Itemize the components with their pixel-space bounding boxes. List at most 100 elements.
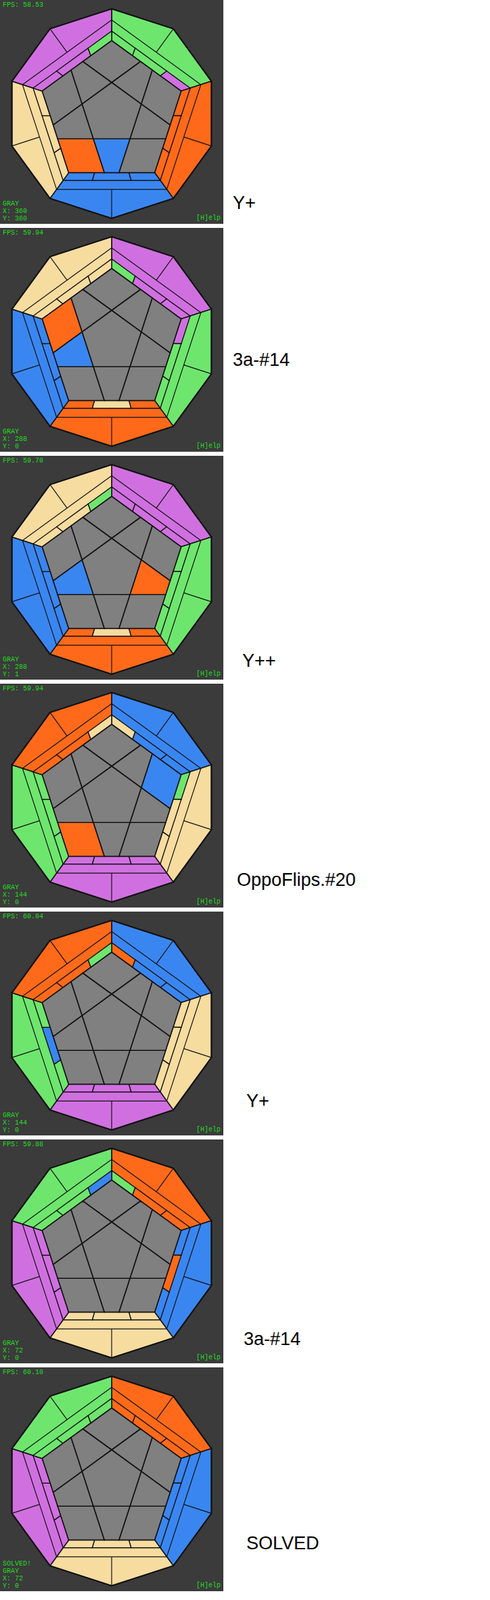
side-face	[50, 628, 174, 675]
megaminx-view	[0, 1140, 224, 1365]
mode-label: GRAY	[2, 428, 28, 436]
y-readout: Y: 0	[2, 443, 28, 451]
help-hint: [H]elp	[196, 214, 221, 223]
step-row: FPS: 59.70 GRAYX: 288Y: 1 [H]elpY++	[0, 456, 490, 681]
solved-label: SOLVED!	[2, 1561, 32, 1569]
side-sticker	[128, 1541, 160, 1549]
status-readout: GRAYX: 360Y: 360	[2, 200, 28, 223]
step-row: FPS: 60.04 GRAYX: 144Y: 0 [H]elpY+	[0, 912, 490, 1137]
edge-sticker	[93, 822, 130, 857]
fps-readout: FPS: 59.94	[2, 685, 44, 694]
mode-label: GRAY	[2, 884, 28, 893]
edge-sticker	[93, 594, 130, 629]
mode-label: GRAY	[2, 1568, 32, 1577]
help-hint: [H]elp	[196, 1354, 221, 1364]
side-sticker	[92, 400, 131, 409]
status-readout: GRAYX: 288Y: 1	[2, 656, 28, 679]
side-face	[50, 1541, 174, 1588]
status-readout: GRAYX: 288Y: 0	[2, 428, 28, 451]
center-sticker	[81, 538, 141, 595]
megaminx-view	[0, 1368, 224, 1593]
fps-readout: FPS: 59.88	[2, 1141, 44, 1150]
mode-label: GRAY	[2, 656, 28, 664]
fps-readout: FPS: 59.94	[2, 229, 44, 238]
side-sticker	[128, 400, 160, 409]
edge-sticker	[93, 1507, 130, 1542]
status-readout: GRAYX: 72Y: 0	[2, 1340, 24, 1364]
side-sticker	[128, 1084, 160, 1093]
fps-readout: FPS: 59.70	[2, 457, 44, 466]
step-row: FPS: 58.53 GRAYX: 360Y: 360 [H]elpY+	[0, 0, 490, 225]
step-row: FPS: 59.88 GRAYX: 72Y: 0 [H]elp3a-#14	[0, 1140, 490, 1365]
status-readout: GRAYX: 144Y: 0	[2, 884, 28, 907]
step-row: FPS: 59.94 GRAYX: 288Y: 0 [H]elp3a-#14	[0, 228, 490, 453]
help-hint: [H]elp	[196, 442, 221, 451]
step-caption: SOLVED	[223, 1533, 320, 1593]
x-readout: X: 72	[2, 1348, 24, 1356]
step-row: FPS: 59.94 GRAYX: 144Y: 0 [H]elpOppoFlips.…	[0, 684, 490, 909]
step-caption: OppoFlips.#20	[223, 869, 356, 909]
x-readout: X: 360	[2, 207, 28, 216]
help-hint: [H]elp	[196, 898, 221, 907]
help-hint: [H]elp	[196, 670, 221, 679]
center-sticker	[81, 766, 141, 823]
edge-sticker	[93, 366, 130, 401]
center-sticker	[81, 310, 141, 367]
megaminx-view	[0, 456, 224, 681]
status-readout: SOLVED!GRAYX: 72Y: 0	[2, 1561, 32, 1592]
x-readout: X: 288	[2, 663, 28, 672]
step-caption: Y++	[223, 650, 277, 681]
status-readout: GRAYX: 144Y: 0	[2, 1112, 28, 1135]
center-sticker	[81, 994, 141, 1052]
help-hint: [H]elp	[196, 1126, 221, 1135]
center-sticker	[81, 1451, 141, 1508]
side-face	[50, 172, 174, 219]
screenshot: FPS: 60.04 GRAYX: 144Y: 0 [H]elp	[0, 912, 224, 1137]
megaminx-view	[0, 684, 224, 909]
side-sticker	[92, 172, 131, 181]
step-caption: Y+	[223, 192, 256, 225]
edge-sticker	[93, 1051, 130, 1085]
megaminx-view	[0, 228, 224, 453]
step-row: FPS: 60.10SOLVED!GRAYX: 72Y: 0[H]elpSOLV…	[0, 1368, 490, 1593]
mode-label: GRAY	[2, 1112, 28, 1121]
mode-label: GRAY	[2, 1340, 24, 1349]
x-readout: X: 144	[2, 892, 28, 900]
megaminx-view	[0, 0, 224, 225]
side-sticker	[128, 856, 160, 865]
side-face	[50, 1312, 174, 1360]
side-sticker	[92, 856, 131, 865]
fps-readout: FPS: 60.04	[2, 913, 44, 922]
help-hint: [H]elp	[196, 1583, 221, 1592]
x-readout: X: 144	[2, 1120, 28, 1128]
side-face	[50, 400, 174, 447]
step-caption: Y+	[223, 1090, 270, 1137]
screenshot: FPS: 59.88 GRAYX: 72Y: 0 [H]elp	[0, 1140, 224, 1365]
side-face	[50, 1084, 174, 1131]
side-sticker	[92, 1084, 131, 1093]
mode-label: GRAY	[2, 200, 28, 208]
y-readout: Y: 0	[2, 899, 28, 907]
y-readout: Y: 1	[2, 671, 28, 679]
side-sticker	[92, 1312, 131, 1321]
page: FPS: 58.53GRAYX: 360Y: 360[H]elpY+FPS: 5…	[0, 0, 490, 1600]
step-caption: 3a-#14	[223, 1329, 301, 1365]
center-sticker	[81, 82, 141, 139]
y-readout: Y: 0	[2, 1127, 28, 1135]
screenshot: FPS: 60.10SOLVED!GRAYX: 72Y: 0[H]elp	[0, 1368, 224, 1593]
side-sticker	[92, 1541, 131, 1549]
y-readout: Y: 0	[2, 1355, 24, 1364]
step-caption: 3a-#14	[223, 349, 290, 453]
side-sticker	[92, 628, 131, 637]
megaminx-view	[0, 912, 224, 1137]
edge-sticker	[93, 1279, 130, 1313]
fps-readout: FPS: 58.53	[2, 1, 44, 10]
screenshot: FPS: 59.94 GRAYX: 144Y: 0 [H]elp	[0, 684, 224, 909]
x-readout: X: 288	[2, 435, 28, 444]
edge-sticker	[93, 138, 130, 173]
y-readout: Y: 0	[2, 1583, 32, 1592]
screenshot: FPS: 58.53 GRAYX: 360Y: 360 [H]elp	[0, 0, 224, 225]
side-face	[50, 856, 174, 903]
side-sticker	[128, 1312, 160, 1321]
x-readout: X: 72	[2, 1576, 32, 1584]
